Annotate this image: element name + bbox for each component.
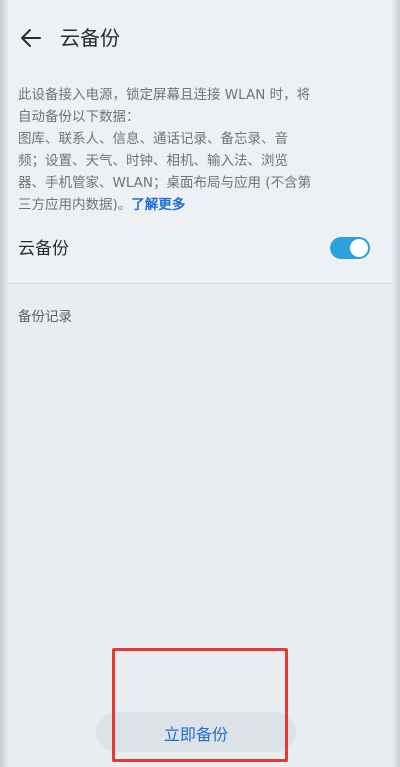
phone-frame: 云备份 此设备接入电源，锁定屏幕且连接 WLAN 时，将 自动备份以下数据： 图… — [0, 0, 400, 767]
description-line: 频；设置、天气、时钟、相机、输入法、浏览 — [18, 153, 288, 169]
learn-more-link[interactable]: 了解更多 — [131, 197, 185, 213]
settings-card: 此设备接入电源，锁定屏幕且连接 WLAN 时，将 自动备份以下数据： 图库、联系… — [8, 78, 392, 284]
cloud-backup-label: 云备份 — [18, 239, 69, 259]
description-line: 三方应用内数据)。了解更多 — [18, 194, 378, 216]
arrow-left-icon[interactable] — [18, 25, 44, 51]
description-line: 自动备份以下数据： — [18, 109, 140, 125]
description-line: 器、手机管家、WLAN；桌面布局与应用 (不含第 — [18, 175, 312, 191]
page-title: 云备份 — [60, 26, 120, 50]
backup-description: 此设备接入电源，锁定屏幕且连接 WLAN 时，将 自动备份以下数据： 图库、联系… — [18, 84, 378, 216]
description-line: 此设备接入电源，锁定屏幕且连接 WLAN 时，将 — [18, 87, 311, 103]
description-line: 图库、联系人、信息、通话记录、备忘录、音 — [18, 131, 288, 147]
screen: 云备份 此设备接入电源，锁定屏幕且连接 WLAN 时，将 自动备份以下数据： 图… — [8, 0, 392, 767]
description-last-line: 三方应用内数据)。 — [18, 197, 132, 213]
highlight-box — [112, 648, 288, 762]
switch-knob — [350, 239, 368, 257]
backup-records-label[interactable]: 备份记录 — [18, 305, 72, 325]
cloud-backup-switch[interactable] — [330, 237, 370, 259]
app-header: 云备份 — [8, 0, 392, 78]
cloud-backup-row[interactable]: 云备份 — [18, 230, 370, 262]
